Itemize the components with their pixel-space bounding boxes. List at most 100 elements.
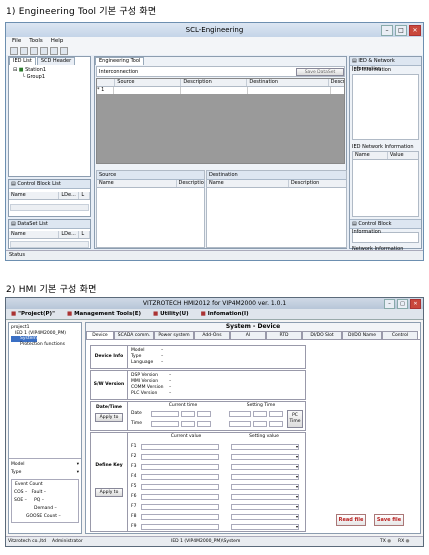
tab-dido-slot[interactable]: DI/DO Slot xyxy=(302,331,342,339)
settings-icon[interactable] xyxy=(60,46,68,55)
datetime-apply-button[interactable]: Apply to xyxy=(95,413,123,422)
status-user: Administrator xyxy=(52,539,83,544)
setting-time-field[interactable] xyxy=(229,421,251,427)
copy-icon[interactable] xyxy=(40,46,48,55)
tab-power-system[interactable]: Power system xyxy=(154,331,194,339)
key-setting-dropdown[interactable]: ▾ xyxy=(231,514,299,520)
menu-information[interactable]: ■ Infomation(I) xyxy=(201,309,249,319)
dataset-list-panel: ▤ DataSet List Name LDe... L xyxy=(8,219,91,249)
project-icon: ■ xyxy=(11,311,17,317)
key-label: F3 xyxy=(131,464,137,469)
tab-ai[interactable]: AI xyxy=(230,331,266,339)
hmi-window: VITZROTECH HMI2012 for VIP4M2000 ver. 1.… xyxy=(5,297,424,547)
pc-time-button[interactable]: PC Time xyxy=(287,410,303,428)
save-icon[interactable] xyxy=(30,46,38,55)
tree-item-group[interactable]: └ Group1 xyxy=(13,74,86,81)
current-time-label: Current time xyxy=(168,403,198,408)
key-setting-dropdown[interactable]: ▾ xyxy=(231,494,299,500)
close-icon[interactable]: ✕ xyxy=(409,25,421,36)
window-titlebar: VITZROTECH HMI2012 for VIP4M2000 ver. 1.… xyxy=(6,298,423,309)
define-key-row: F2 ▾ xyxy=(131,452,303,462)
device-info-box: Device Info Model – Type – Language – xyxy=(90,345,306,369)
define-key-row: F7 ▾ xyxy=(131,502,303,512)
control-block-scrollbar[interactable] xyxy=(10,204,89,211)
section-heading-2: 2) HMI 기본 구성 화면 xyxy=(6,285,97,295)
window-title: SCL-Engineering xyxy=(185,26,244,34)
menu-file[interactable]: File xyxy=(12,37,21,46)
export-icon[interactable] xyxy=(50,46,58,55)
menu-utility[interactable]: ■ Utility(U) xyxy=(153,309,189,319)
key-label: F6 xyxy=(131,494,137,499)
control-block-icon: ▤ xyxy=(11,181,16,187)
save-file-button[interactable]: Save file xyxy=(374,514,404,526)
setting-date-field-3[interactable] xyxy=(269,411,283,417)
define-key-apply-button[interactable]: Apply to xyxy=(95,488,123,497)
minimize-icon[interactable]: – xyxy=(381,25,393,36)
info-icon: ▤ xyxy=(352,58,357,64)
source-panel: Source Name Descriptio xyxy=(96,170,205,248)
tab-device[interactable]: Device xyxy=(86,331,114,339)
setting-time-field-3[interactable] xyxy=(269,421,283,427)
info-icon: ■ xyxy=(200,311,206,317)
setting-date-field[interactable] xyxy=(229,411,251,417)
menu-tools[interactable]: Tools xyxy=(29,37,43,46)
destination-title: Destination xyxy=(207,171,346,180)
ied-network-panel: ▤ IED & Network Information IED Informat… xyxy=(349,56,422,252)
define-key-label: Define Key xyxy=(95,463,123,468)
key-setting-dropdown[interactable]: ▾ xyxy=(231,474,299,480)
key-setting-dropdown[interactable]: ▾ xyxy=(231,454,299,460)
minimize-icon[interactable]: – xyxy=(384,299,395,309)
current-value-label: Current value xyxy=(170,434,202,439)
define-key-row: F1 ▾ xyxy=(131,442,303,452)
tab-dido-name[interactable]: DI/DO Name xyxy=(342,331,382,339)
define-key-row: F5 ▾ xyxy=(131,482,303,492)
table-row[interactable]: * 1 xyxy=(97,87,344,94)
tab-ied-list[interactable]: IED List xyxy=(9,57,36,65)
menu-bar: File Tools Help xyxy=(6,37,423,46)
menu-help[interactable]: Help xyxy=(51,37,64,46)
tab-rtd[interactable]: RTD xyxy=(266,331,302,339)
maximize-icon[interactable]: □ xyxy=(395,25,407,36)
tree-item-system[interactable]: System xyxy=(11,336,37,342)
tab-control[interactable]: Control xyxy=(382,331,418,339)
key-setting-dropdown[interactable]: ▾ xyxy=(231,444,299,450)
tab-add-ons[interactable]: Add-Ons xyxy=(194,331,230,339)
key-current-field xyxy=(141,504,219,510)
key-setting-dropdown[interactable]: ▾ xyxy=(231,504,299,510)
key-setting-dropdown[interactable]: ▾ xyxy=(231,524,299,530)
engineering-tool-panel: Engineering Tool Interconnection Save Da… xyxy=(94,56,347,249)
open-icon[interactable] xyxy=(20,46,28,55)
key-label: F5 xyxy=(131,484,137,489)
save-dataset-button[interactable]: Save DataSet xyxy=(296,67,344,76)
tab-scd-header[interactable]: SCD Header xyxy=(36,57,76,65)
ied-info-label: IED Information xyxy=(352,67,392,73)
key-current-field xyxy=(141,514,219,520)
maximize-icon[interactable]: □ xyxy=(397,299,408,309)
tree-item-protection[interactable]: Protection functions xyxy=(11,342,79,348)
key-current-field xyxy=(141,464,219,470)
menu-management-tools[interactable]: ■ Management Tools(E) xyxy=(67,309,141,319)
utility-icon: ■ xyxy=(153,311,159,317)
new-icon[interactable] xyxy=(10,46,18,55)
key-setting-dropdown[interactable]: ▾ xyxy=(231,484,299,490)
tree-item-station[interactable]: ⊟ ■ Station1 xyxy=(13,67,86,74)
read-file-button[interactable]: Read file xyxy=(336,514,366,526)
destination-header: Name Description xyxy=(207,180,346,188)
destination-panel: Destination Name Description xyxy=(206,170,347,248)
tab-engineering-tool[interactable]: Engineering Tool xyxy=(95,57,145,65)
ied-net-info-label: IED Network Information xyxy=(352,144,414,150)
setting-value-label: Setting value xyxy=(249,434,279,439)
window-title: VITZROTECH HMI2012 for VIP4M2000 ver. 1.… xyxy=(142,300,287,307)
close-icon[interactable]: ✕ xyxy=(410,299,421,309)
key-setting-dropdown[interactable]: ▾ xyxy=(231,464,299,470)
current-time-field xyxy=(151,421,179,427)
tab-scada[interactable]: SCADA comm. xyxy=(114,331,154,339)
menu-project[interactable]: ■ "Project(P)" xyxy=(11,309,55,319)
dataset-scrollbar[interactable] xyxy=(10,241,89,248)
setting-date-field-2[interactable] xyxy=(253,411,267,417)
setting-time-field-2[interactable] xyxy=(253,421,267,427)
status-bar: Vitzrotech co.,ltd Administrator IED 1 (… xyxy=(6,536,423,546)
key-label: F1 xyxy=(131,444,137,449)
key-current-field xyxy=(141,444,219,450)
window-titlebar: SCL-Engineering – □ ✕ xyxy=(6,23,423,37)
